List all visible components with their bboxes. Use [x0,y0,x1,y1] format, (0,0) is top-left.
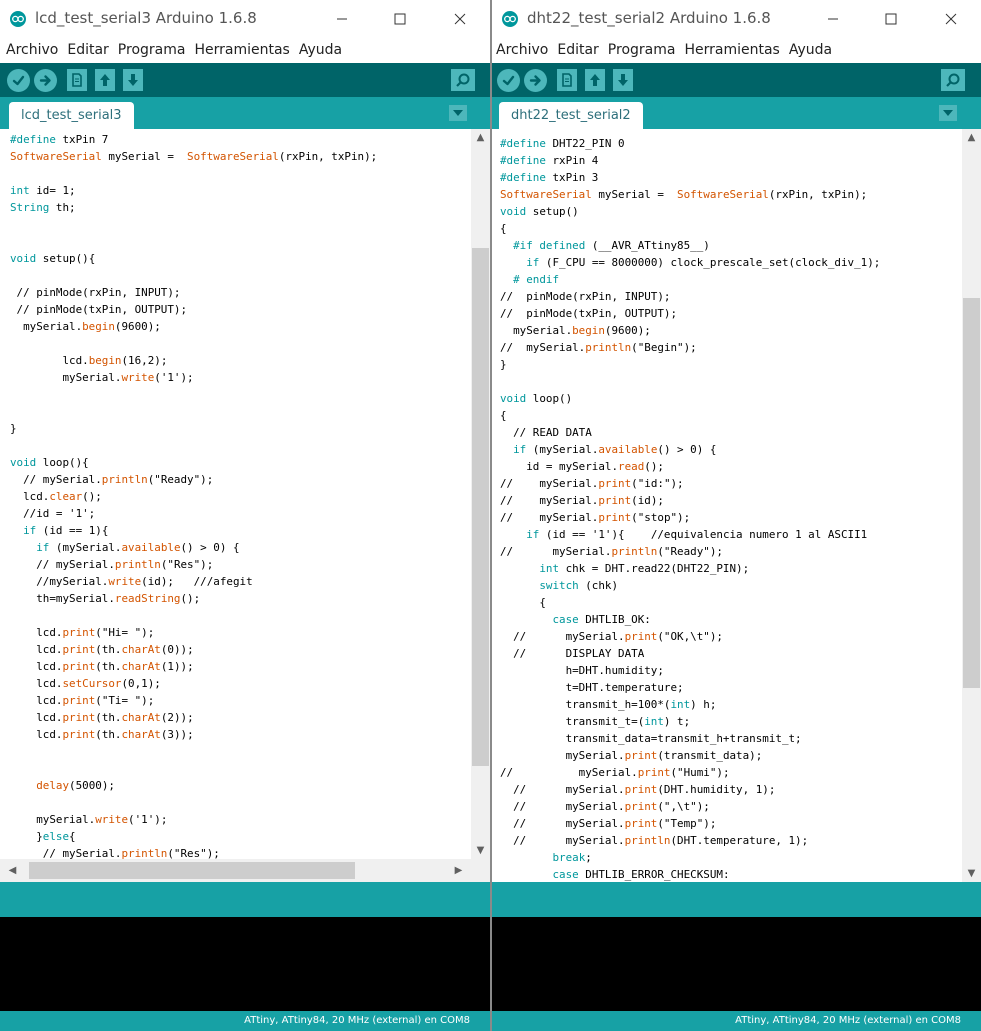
window-title: dht22_test_serial2 Arduino 1.6.8 [527,9,771,27]
scroll-up-icon[interactable]: ▲ [471,129,490,146]
message-area [492,882,981,917]
arrow-up-icon [590,74,600,86]
scroll-up-icon[interactable]: ▲ [962,129,981,146]
menu-ayuda[interactable]: Ayuda [299,42,342,58]
close-button[interactable] [437,4,483,34]
window-title: lcd_test_serial3 Arduino 1.6.8 [35,9,257,27]
arduino-logo-icon [502,11,518,27]
menu-herramientas[interactable]: Herramientas [194,42,289,58]
horizontal-scrollbar[interactable]: ◀ ▶ [0,859,471,882]
title-bar[interactable]: dht22_test_serial2 Arduino 1.6.8 [492,0,981,38]
open-sketch-button[interactable] [585,69,605,91]
magnifier-icon [456,73,470,87]
tab-bar: lcd_test_serial3 [0,97,490,129]
chevron-down-icon [453,110,463,116]
new-file-icon [72,73,82,87]
scroll-down-icon[interactable]: ▼ [471,842,490,859]
menu-programa[interactable]: Programa [118,42,186,58]
menu-archivo[interactable]: Archivo [496,42,548,58]
message-area [0,882,490,917]
tab-menu-button[interactable] [449,105,467,121]
serial-monitor-button[interactable] [941,69,965,91]
code-editor[interactable]: #define txPin 7 SoftwareSerial mySerial … [0,129,471,859]
upload-button[interactable] [524,69,547,92]
check-icon [12,75,25,86]
status-bar: ATtiny, ATtiny84, 20 MHz (external) en C… [492,1011,981,1031]
tab-sketch[interactable]: dht22_test_serial2 [499,102,643,129]
code-text[interactable]: #define DHT22_PIN 0 #define rxPin 4 #def… [492,129,962,882]
menu-editar[interactable]: Editar [67,42,108,58]
minimize-button[interactable] [319,4,365,34]
toolbar [0,63,490,97]
toolbar [492,63,981,97]
menu-bar: Archivo Editar Programa Herramientas Ayu… [492,38,981,62]
console-output[interactable] [492,917,981,1011]
new-file-icon [562,73,572,87]
new-sketch-button[interactable] [557,69,577,91]
tab-sketch[interactable]: lcd_test_serial3 [9,102,134,129]
right-arduino-window: dht22_test_serial2 Arduino 1.6.8 Archivo… [492,0,981,1031]
arrow-up-icon [100,74,110,86]
title-bar[interactable]: lcd_test_serial3 Arduino 1.6.8 [0,0,490,38]
console-output[interactable] [0,917,490,1011]
chevron-down-icon [943,110,953,116]
verify-button[interactable] [7,69,30,92]
magnifier-icon [946,73,960,87]
scroll-down-icon[interactable]: ▼ [962,865,981,882]
serial-monitor-button[interactable] [451,69,475,91]
new-sketch-button[interactable] [67,69,87,91]
save-sketch-button[interactable] [123,69,143,91]
menu-bar: Archivo Editar Programa Herramientas Ayu… [0,38,490,62]
save-sketch-button[interactable] [613,69,633,91]
scrollbar-thumb[interactable] [29,862,355,879]
check-icon [502,75,515,86]
close-button[interactable] [928,4,974,34]
scroll-corner [471,859,490,882]
maximize-button[interactable] [868,4,914,34]
menu-programa[interactable]: Programa [608,42,676,58]
left-arduino-window: lcd_test_serial3 Arduino 1.6.8 Archivo E… [0,0,490,1031]
scroll-right-icon[interactable]: ▶ [449,862,468,879]
open-sketch-button[interactable] [95,69,115,91]
arrow-down-icon [128,74,138,86]
menu-editar[interactable]: Editar [557,42,598,58]
arrow-right-icon [529,75,541,86]
menu-ayuda[interactable]: Ayuda [789,42,832,58]
verify-button[interactable] [497,69,520,92]
tab-menu-button[interactable] [939,105,957,121]
scroll-left-icon[interactable]: ◀ [3,862,22,879]
scrollbar-thumb[interactable] [472,248,489,766]
minimize-button[interactable] [810,4,856,34]
arrow-down-icon [618,74,628,86]
tab-bar: dht22_test_serial2 [492,97,981,129]
maximize-button[interactable] [377,4,423,34]
upload-button[interactable] [34,69,57,92]
status-bar: ATtiny, ATtiny84, 20 MHz (external) en C… [0,1011,490,1031]
code-text[interactable]: #define txPin 7 SoftwareSerial mySerial … [0,129,471,859]
menu-archivo[interactable]: Archivo [6,42,58,58]
vertical-scrollbar[interactable]: ▲ ▼ [471,129,490,859]
arduino-logo-icon [10,11,26,27]
code-editor[interactable]: #define DHT22_PIN 0 #define rxPin 4 #def… [492,129,962,882]
menu-herramientas[interactable]: Herramientas [684,42,779,58]
vertical-scrollbar[interactable]: ▲ ▼ [962,129,981,882]
arrow-right-icon [39,75,51,86]
scrollbar-thumb[interactable] [963,298,980,688]
